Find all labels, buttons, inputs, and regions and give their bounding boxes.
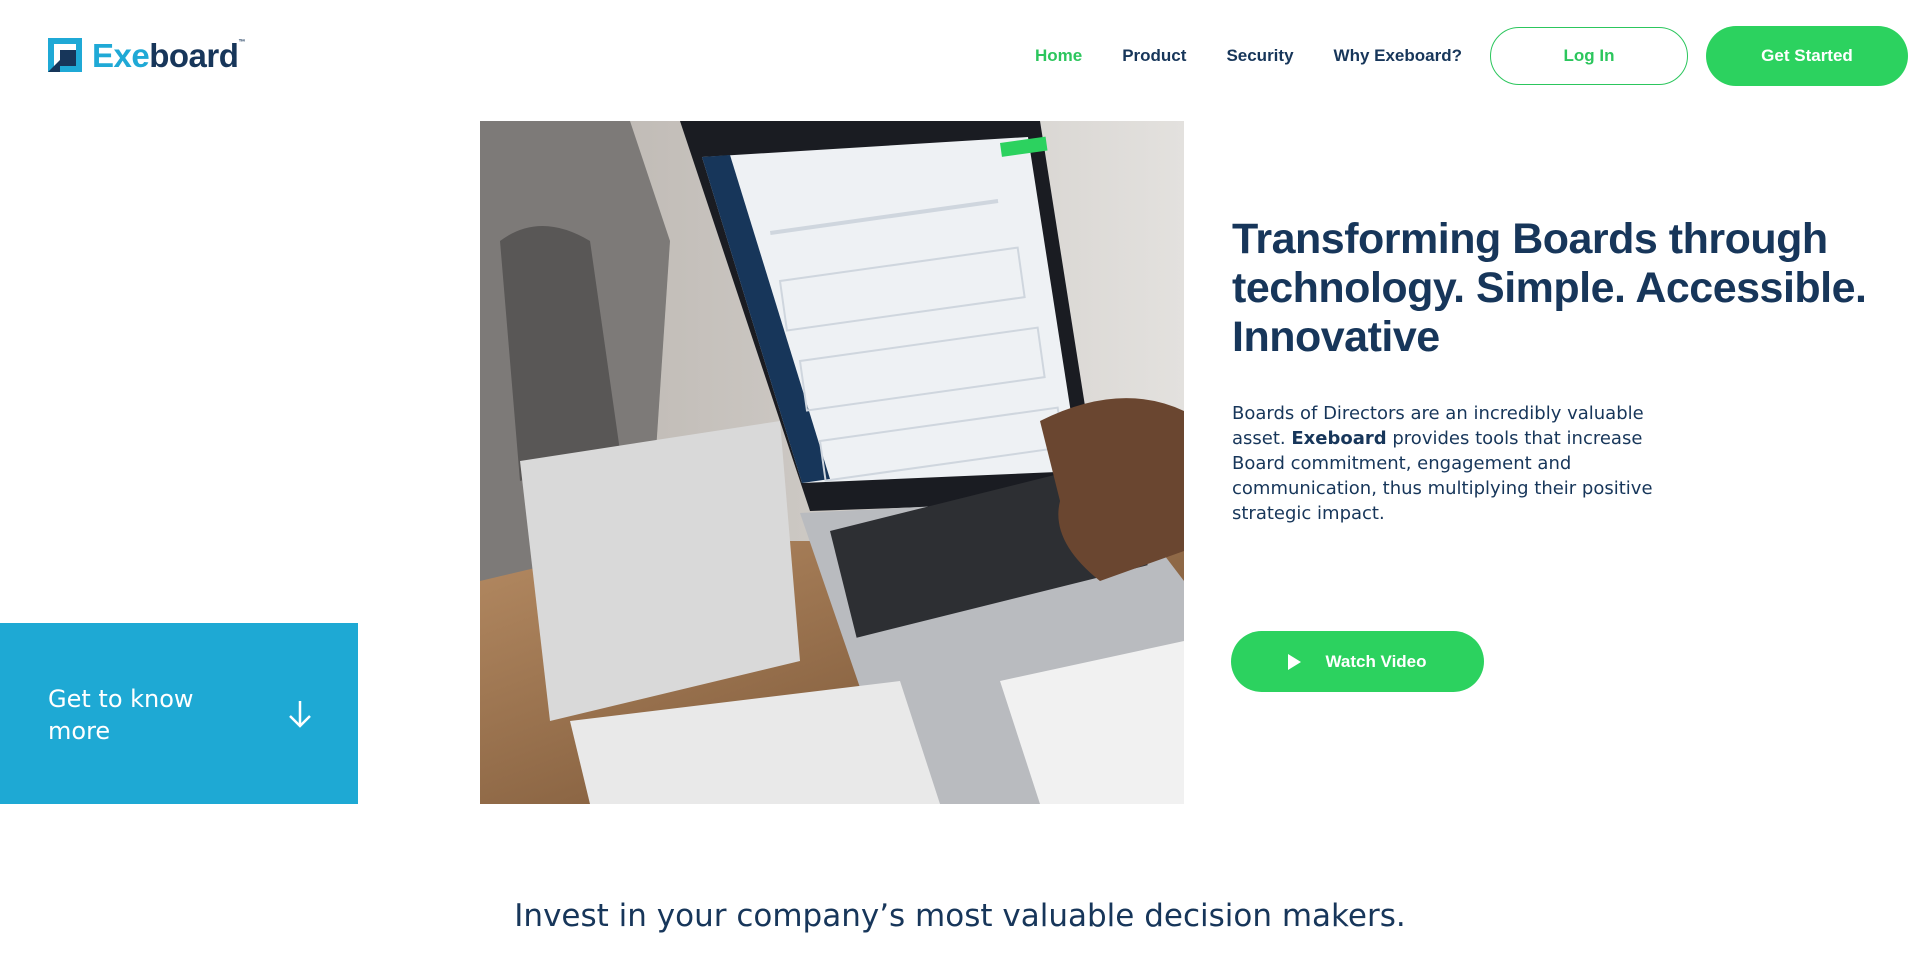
nav-product[interactable]: Product (1122, 46, 1186, 66)
brand-name: Exeboard (1291, 428, 1387, 449)
hero-description: Boards of Directors are an incredibly va… (1232, 403, 1653, 524)
tagline: Invest in your company’s most valuable d… (514, 898, 1406, 934)
logo-text: Exeboard™ (92, 36, 245, 74)
play-icon (1288, 653, 1302, 670)
watch-video-button[interactable]: Watch Video (1231, 631, 1484, 692)
get-to-know-more-button[interactable]: Get to know more (0, 623, 358, 804)
login-button[interactable]: Log In (1490, 27, 1688, 85)
get-started-button[interactable]: Get Started (1706, 26, 1908, 86)
main-nav: Home Product Security Why Exeboard? Log … (1035, 26, 1908, 86)
get-to-know-more-label: Get to know more (48, 685, 194, 745)
arrow-down-icon (289, 701, 311, 728)
logo[interactable]: Exeboard™ (48, 38, 245, 72)
nav-security[interactable]: Security (1226, 46, 1293, 66)
nav-home[interactable]: Home (1035, 46, 1082, 66)
watch-video-label: Watch Video (1325, 651, 1427, 671)
hero-image (480, 121, 1184, 804)
nav-why-exeboard[interactable]: Why Exeboard? (1334, 46, 1462, 66)
logo-icon (48, 38, 82, 72)
laptop-photo-icon (480, 121, 1184, 804)
hero-headline: Transforming Boards through technology. … (1232, 215, 1867, 361)
